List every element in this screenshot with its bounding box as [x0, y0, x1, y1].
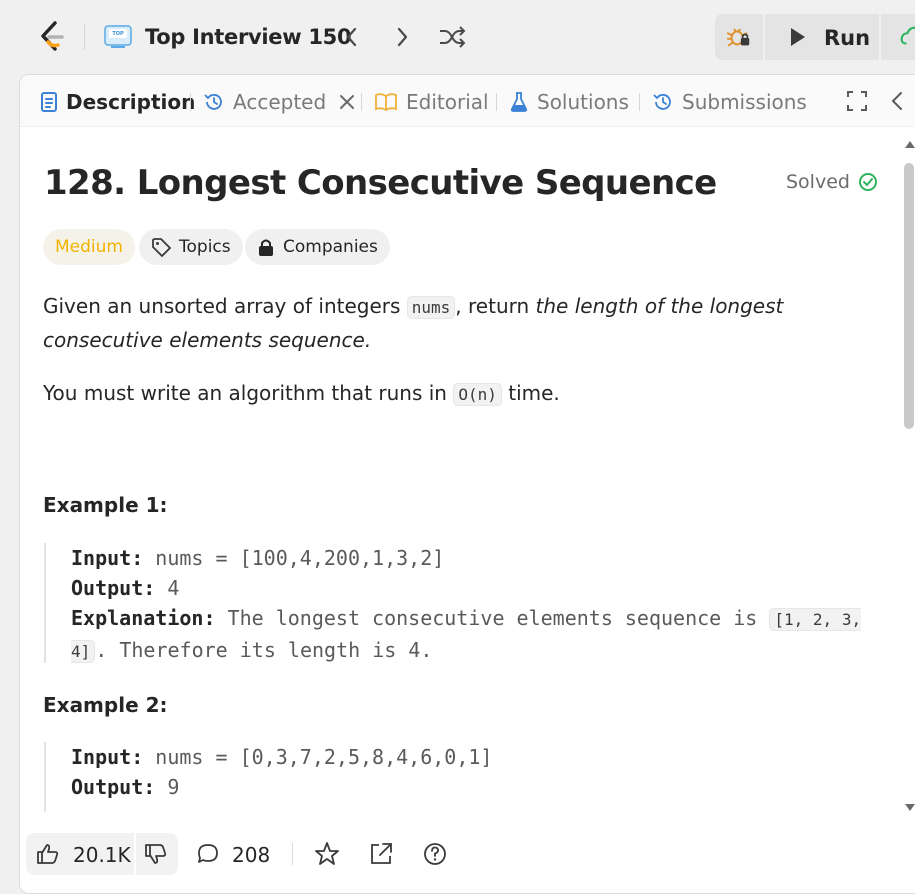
fullscreen-icon[interactable] [846, 90, 868, 112]
divider [84, 24, 85, 50]
example-block: Input: nums = [0,3,7,2,5,8,4,6,0,1] Outp… [44, 742, 884, 812]
tab-divider [496, 93, 497, 111]
flask-icon [510, 92, 528, 112]
tab-description[interactable]: Description [40, 89, 195, 115]
difficulty-badge: Medium [43, 229, 135, 265]
tag-icon [152, 238, 171, 257]
scroll-down-arrow[interactable] [904, 803, 915, 813]
submit-button[interactable] [881, 14, 915, 60]
scroll-up-arrow[interactable] [904, 139, 915, 149]
input-value: nums = [0,3,7,2,5,8,4,6,0,1] [143, 745, 493, 769]
history-icon [204, 94, 222, 110]
desc-text: Given an unsorted array of integers [43, 294, 407, 318]
tab-solutions[interactable]: Solutions [509, 89, 629, 115]
thumbs-up-icon[interactable] [36, 842, 60, 866]
shuffle-icon[interactable] [438, 24, 466, 50]
input-label: Input: [71, 546, 144, 570]
comment-icon[interactable] [196, 842, 220, 866]
run-label: Run [824, 26, 871, 50]
tab-submissions-label: Submissions [682, 90, 807, 114]
description-icon [41, 92, 57, 112]
explanation-text: The longest consecutive elements sequenc… [215, 606, 770, 630]
topics-button[interactable]: Topics [139, 229, 243, 265]
chevron-left-icon[interactable] [340, 24, 364, 50]
inline-code: O(n) [453, 383, 502, 406]
desc-text: time. [501, 381, 560, 405]
input-label: Input: [71, 745, 144, 769]
tab-editorial[interactable]: Editorial [374, 89, 489, 115]
problem-title[interactable]: 128. Longest Consecutive Sequence [44, 163, 717, 203]
chevron-right-icon[interactable] [390, 24, 414, 50]
explanation-label: Explanation: [71, 606, 216, 630]
problem-content: 128. Longest Consecutive Sequence Solved… [20, 127, 910, 817]
help-icon[interactable] [422, 841, 448, 867]
logo-icon[interactable] [36, 20, 68, 54]
scrollbar-thumb[interactable] [904, 163, 914, 429]
divider [292, 843, 293, 865]
example-explanation-line: Explanation: The longest consecutive ele… [71, 603, 884, 667]
comments-count[interactable]: 208 [232, 843, 270, 867]
tab-editorial-label: Editorial [406, 90, 489, 114]
inline-code: nums [406, 296, 456, 319]
desc-text: , return [455, 294, 536, 318]
problem-footer: 20.1K 208 [20, 817, 915, 893]
upload-icon [900, 26, 915, 45]
example-title: Example 1: [43, 493, 168, 517]
desc-text: You must write an algorithm that runs in [43, 381, 454, 405]
tab-accepted[interactable]: Accepted [203, 89, 356, 115]
companies-button[interactable]: Companies [245, 229, 390, 265]
problem-description: Given an unsorted array of integers nums… [43, 290, 883, 356]
divider [134, 833, 136, 875]
svg-text:TOP: TOP [112, 31, 124, 37]
output-label: Output: [71, 775, 156, 799]
close-icon[interactable] [338, 93, 356, 111]
output-value: 9 [155, 775, 180, 799]
history-icon [653, 94, 671, 110]
likes-count[interactable]: 20.1K [73, 843, 131, 867]
problem-constraint: You must write an algorithm that runs in… [43, 377, 883, 411]
example-input-line: Input: nums = [0,3,7,2,5,8,4,6,0,1] [71, 742, 884, 772]
thumbs-down-icon[interactable] [144, 842, 168, 866]
check-circle-icon [858, 173, 877, 191]
solved-label: Solved [786, 171, 850, 193]
debug-icon [726, 28, 750, 47]
run-button[interactable]: Run [765, 14, 879, 60]
problem-list-title[interactable]: Top Interview 150 [145, 25, 352, 49]
tab-accepted-label: Accepted [233, 90, 327, 114]
tab-divider [639, 93, 640, 111]
share-icon[interactable] [368, 841, 394, 867]
play-icon [791, 28, 805, 46]
top-navbar: TOP Top Interview 150 Run [0, 0, 915, 74]
book-icon [375, 93, 397, 112]
example-input-line: Input: nums = [100,4,200,1,3,2] [71, 543, 884, 573]
tab-description-label: Description [66, 90, 196, 114]
input-value: nums = [100,4,200,1,3,2] [143, 546, 445, 570]
example-output-line: Output: 4 [71, 573, 884, 603]
collapse-icon[interactable] [889, 90, 905, 112]
tab-divider [361, 93, 362, 111]
companies-label: Companies [283, 237, 378, 257]
tab-bar: Description Accepted Editorial Solutions… [20, 75, 915, 127]
difficulty-label: Medium [55, 237, 123, 257]
star-icon[interactable] [314, 841, 340, 867]
topics-label: Topics [179, 237, 231, 257]
debug-button[interactable] [715, 14, 763, 60]
tab-submissions[interactable]: Submissions [652, 89, 807, 115]
lock-icon [259, 239, 273, 256]
example-title: Example 2: [43, 693, 168, 717]
list-icon[interactable]: TOP [104, 24, 132, 50]
solved-status: Solved [786, 171, 878, 193]
output-label: Output: [71, 576, 156, 600]
explanation-text: . Therefore its length is 4. [95, 638, 433, 662]
example-block: Input: nums = [100,4,200,1,3,2] Output: … [44, 543, 884, 663]
tab-solutions-label: Solutions [537, 90, 629, 114]
output-value: 4 [155, 576, 180, 600]
description-panel: Description Accepted Editorial Solutions… [19, 74, 915, 894]
tab-divider [190, 93, 191, 111]
example-output-line: Output: 9 [71, 772, 884, 802]
